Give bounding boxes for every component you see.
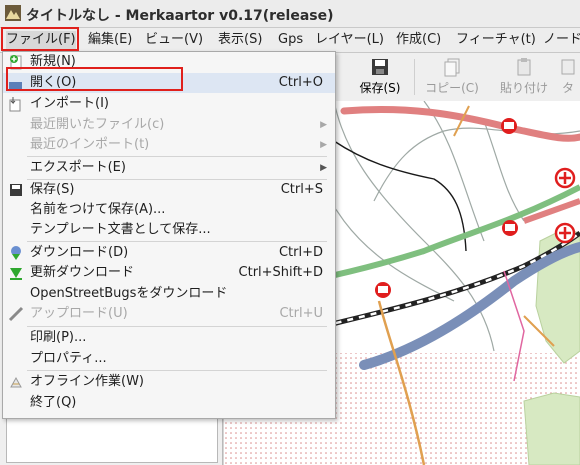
cross-marker-icon[interactable] — [554, 222, 576, 244]
menu-item-recent-imports[interactable]: 最近のインポート(t) ▶ — [3, 135, 335, 155]
merkaartor-app-icon — [5, 5, 21, 21]
tool-icon — [561, 59, 575, 75]
copy-icon — [444, 58, 460, 77]
save-as-label: 名前をつけて保存(A)... — [30, 202, 166, 217]
mail-marker-icon[interactable] — [502, 220, 518, 236]
menu-item-save[interactable]: 保存(S) Ctrl+S — [3, 180, 335, 200]
mail-marker-icon[interactable] — [501, 118, 517, 134]
menu-item-offline[interactable]: オフライン作業(W) — [3, 372, 335, 392]
menu-edit[interactable]: 編集(E) — [88, 31, 132, 49]
menu-item-quit[interactable]: 終了(Q) — [3, 393, 335, 413]
menu-gps[interactable]: Gps — [278, 31, 303, 49]
menu-item-save-as[interactable]: 名前をつけて保存(A)... — [3, 200, 335, 220]
menu-bar: ファイル(F) 編集(E) ビュー(V) 表示(S) Gps レイヤー(L) 作… — [0, 28, 580, 53]
properties-label: プロパティ... — [30, 351, 107, 366]
copy-tool-button[interactable]: コピー(C) — [422, 55, 482, 99]
submenu-arrow-icon: ▶ — [320, 120, 327, 130]
osb-download-label: OpenStreetBugsをダウンロード — [30, 286, 228, 301]
toolbar-separator — [414, 59, 415, 95]
primary-road — [340, 105, 580, 142]
menu-separator — [27, 241, 327, 242]
save-tool-label: 保存(S) — [359, 81, 401, 95]
paste-tool-label: 貼り付け — [499, 81, 548, 95]
copy-tool-label: コピー(C) — [425, 81, 479, 95]
wood-area-south — [523, 392, 580, 465]
paste-icon — [517, 58, 531, 76]
save-template-label: テンプレート文書として保存... — [30, 222, 211, 237]
mail-marker-icon[interactable] — [375, 282, 391, 298]
cross-marker-icon[interactable] — [554, 167, 576, 189]
menu-separator — [27, 326, 327, 327]
upload-shortcut: Ctrl+U — [279, 306, 323, 321]
save-label: 保存(S) — [30, 182, 75, 197]
download-label: ダウンロード(D) — [30, 245, 129, 260]
menu-node[interactable]: ノード — [543, 31, 580, 49]
upload-icon — [8, 306, 24, 322]
menu-show[interactable]: 表示(S) — [218, 31, 262, 49]
print-label: 印刷(P)... — [30, 330, 87, 345]
menu-item-export[interactable]: エクスポート(E) ▶ — [3, 158, 335, 178]
title-bar: タイトルなし - Merkaartor v0.17(release) — [0, 0, 580, 28]
menu-item-update-download[interactable]: 更新ダウンロード Ctrl+Shift+D — [3, 263, 335, 283]
recent-imports-label: 最近のインポート(t) — [30, 137, 150, 152]
update-download-icon — [10, 268, 22, 280]
paste-tool-button[interactable]: 貼り付け — [494, 55, 554, 99]
menu-separator — [27, 156, 327, 157]
extra-tool-label: タ — [561, 81, 574, 95]
menu-item-save-template[interactable]: テンプレート文書として保存... — [3, 220, 335, 240]
import-icon — [9, 97, 21, 112]
file-menu-dropdown: 新規(N) 開く(O) Ctrl+O インポート(I) 最近開いたファイル(c)… — [2, 51, 336, 419]
update-download-label: 更新ダウンロード — [30, 265, 135, 280]
update-download-shortcut: Ctrl+Shift+D — [238, 265, 323, 280]
import-label: インポート(I) — [30, 96, 109, 111]
menu-item-recent-files[interactable]: 最近開いたファイル(c) ▶ — [3, 115, 335, 135]
menu-view[interactable]: ビュー(V) — [145, 31, 203, 49]
upload-label: アップロード(U) — [30, 306, 128, 321]
download-icon — [11, 246, 21, 260]
save-shortcut: Ctrl+S — [280, 182, 323, 197]
save-tool-button[interactable]: 保存(S) — [350, 55, 410, 99]
menu-layer[interactable]: レイヤー(L) — [315, 31, 384, 49]
offline-label: オフライン作業(W) — [30, 374, 144, 389]
menu-item-upload[interactable]: アップロード(U) Ctrl+U — [3, 304, 335, 324]
menu-item-print[interactable]: 印刷(P)... — [3, 328, 335, 348]
file-menu-highlight-frame — [1, 27, 79, 51]
open-shortcut: Ctrl+O — [278, 75, 323, 90]
open-item-highlight-frame — [6, 67, 183, 91]
submenu-arrow-icon: ▶ — [320, 163, 327, 173]
menu-item-import[interactable]: インポート(I) — [3, 94, 335, 114]
extra-tool-button[interactable]: タ — [556, 55, 580, 99]
menu-feature[interactable]: フィーチャ(t) — [456, 31, 536, 49]
download-shortcut: Ctrl+D — [278, 245, 323, 260]
floppy-disk-icon — [10, 184, 22, 196]
menu-item-properties[interactable]: プロパティ... — [3, 349, 335, 369]
menu-create[interactable]: 作成(C) — [396, 31, 441, 49]
submenu-arrow-icon: ▶ — [320, 140, 327, 150]
quit-label: 終了(Q) — [30, 395, 77, 410]
recent-files-label: 最近開いたファイル(c) — [30, 117, 165, 132]
menu-separator — [27, 370, 327, 371]
export-label: エクスポート(E) — [30, 160, 126, 175]
menu-item-download[interactable]: ダウンロード(D) Ctrl+D — [3, 243, 335, 263]
offline-icon — [10, 376, 22, 388]
menu-item-osb-download[interactable]: OpenStreetBugsをダウンロード — [3, 284, 335, 304]
window-title: タイトルなし - Merkaartor v0.17(release) — [26, 8, 334, 24]
floppy-disk-icon — [372, 59, 388, 75]
